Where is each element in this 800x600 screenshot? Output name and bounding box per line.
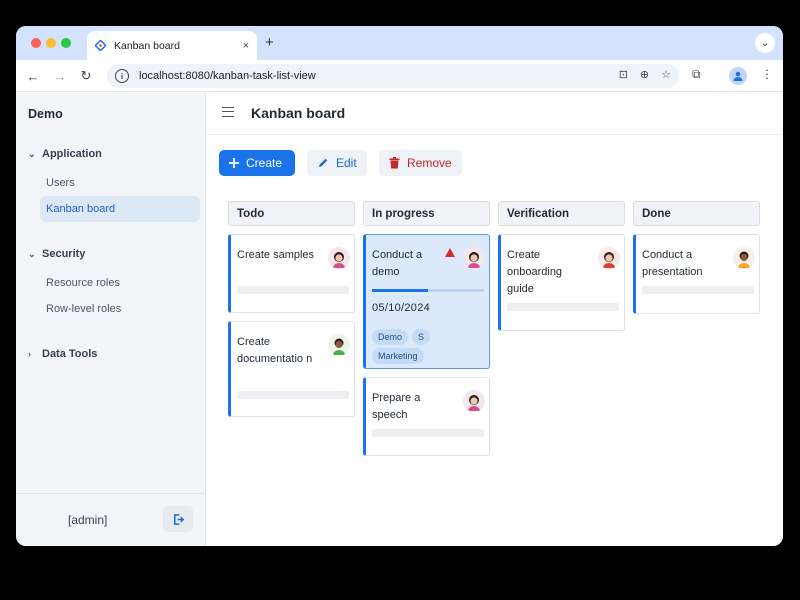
assignee-avatar xyxy=(328,334,350,356)
task-card[interactable]: Prepare a speech xyxy=(363,377,490,456)
page-title: Kanban board xyxy=(251,105,346,121)
logout-button[interactable] xyxy=(163,506,193,532)
remove-button[interactable]: Remove xyxy=(379,150,462,176)
nav-section-label: Security xyxy=(42,248,86,260)
reload-icon[interactable]: ↻ xyxy=(77,67,95,85)
minimize-window-button[interactable] xyxy=(46,38,56,48)
task-title: Create documentatio n xyxy=(237,336,313,365)
main-content: Kanban board Create Edit Remove Todo In … xyxy=(207,93,783,546)
task-title: Create samples xyxy=(237,249,315,261)
chevron-down-icon: ⌄ xyxy=(28,148,36,159)
create-button[interactable]: Create xyxy=(219,150,295,176)
nav-section-label: Data Tools xyxy=(42,348,98,360)
task-tag: S xyxy=(412,329,431,345)
high-priority-icon xyxy=(445,248,455,257)
task-tag: Marketing xyxy=(372,348,424,364)
task-card[interactable]: Create documentatio n xyxy=(228,321,355,417)
chevron-right-icon: › xyxy=(28,349,31,359)
new-tab-button[interactable]: + xyxy=(265,34,274,51)
nav-section-data-tools[interactable]: › Data Tools xyxy=(28,348,97,360)
column-header-done: Done xyxy=(633,201,760,226)
due-date: 05/10/2024 xyxy=(372,302,431,314)
site-favicon-icon xyxy=(95,40,106,51)
zoom-icon[interactable]: ⊕ xyxy=(640,68,649,81)
bookmark-star-icon[interactable]: ☆ xyxy=(661,68,671,81)
sidebar-item-kanban-board[interactable]: Kanban board xyxy=(40,196,200,222)
close-window-button[interactable] xyxy=(31,38,41,48)
task-card[interactable]: Conduct a presentation xyxy=(633,234,760,314)
chevron-down-icon: ⌄ xyxy=(28,248,36,259)
task-title: Conduct a presentation xyxy=(642,249,703,278)
logout-icon xyxy=(173,513,184,525)
card-placeholder-bar xyxy=(237,286,349,294)
task-card-selected[interactable]: Conduct a demo 05/10/2024 Demo S Marketi… xyxy=(363,234,490,369)
browser-menu-icon[interactable]: ⋮ xyxy=(761,67,773,81)
card-placeholder-bar xyxy=(507,303,619,311)
sidebar-item-row-level-roles[interactable]: Row-level roles xyxy=(40,296,200,322)
address-bar[interactable]: i localhost:8080/kanban-task-list-view ⊡… xyxy=(107,64,679,88)
nav-section-security[interactable]: ⌄ Security xyxy=(28,248,85,260)
page-header: Kanban board xyxy=(207,93,783,135)
task-card[interactable]: Create samples xyxy=(228,234,355,313)
create-label: Create xyxy=(246,156,283,170)
assignee-avatar xyxy=(598,247,620,269)
forward-arrow-icon[interactable]: → xyxy=(51,67,69,85)
assignee-avatar xyxy=(733,247,755,269)
tab-search-chevron-icon[interactable]: ⌄ xyxy=(755,33,775,53)
current-user: [admin] xyxy=(68,513,108,527)
plus-icon xyxy=(229,158,239,168)
sidebar-item-users[interactable]: Users xyxy=(40,170,200,196)
assignee-avatar xyxy=(463,390,485,412)
browser-tab[interactable]: Kanban board × xyxy=(87,31,257,60)
url-text: localhost:8080/kanban-task-list-view xyxy=(139,70,316,82)
app-layout: Demo ⌄ Application Users Kanban board ⌄ … xyxy=(16,93,783,546)
pencil-icon xyxy=(317,157,329,169)
maximize-window-button[interactable] xyxy=(61,38,71,48)
site-info-icon[interactable]: i xyxy=(115,69,129,83)
task-progress-fill xyxy=(372,289,428,292)
trash-icon xyxy=(389,157,400,169)
edit-label: Edit xyxy=(336,156,357,170)
tab-close-icon[interactable]: × xyxy=(243,40,249,52)
remove-label: Remove xyxy=(407,156,452,170)
nav-section-application[interactable]: ⌄ Application xyxy=(28,148,102,160)
extensions-puzzle-icon[interactable]: ⧉ xyxy=(692,67,701,82)
column-header-in-progress: In progress xyxy=(363,201,490,226)
task-title: Prepare a speech xyxy=(372,392,421,421)
task-tag: Demo xyxy=(372,329,409,345)
task-title: Conduct a demo xyxy=(372,249,423,278)
tab-title: Kanban board xyxy=(114,39,180,52)
sidebar-footer: [admin] xyxy=(16,493,206,546)
column-header-verification: Verification xyxy=(498,201,625,226)
profile-avatar-icon[interactable] xyxy=(729,67,747,85)
menu-toggle-icon[interactable] xyxy=(222,107,234,117)
card-placeholder-bar xyxy=(372,429,484,437)
back-arrow-icon[interactable]: ← xyxy=(24,67,42,85)
task-card[interactable]: Create onboarding guide xyxy=(498,234,625,331)
assignee-avatar xyxy=(463,247,485,269)
sidebar-item-resource-roles[interactable]: Resource roles xyxy=(40,270,200,296)
install-app-icon[interactable]: ⊡ xyxy=(619,68,628,81)
nav-section-label: Application xyxy=(42,148,102,160)
card-placeholder-bar xyxy=(237,391,349,399)
app-brand: Demo xyxy=(28,107,63,121)
card-placeholder-bar xyxy=(642,286,754,294)
edit-button[interactable]: Edit xyxy=(307,150,367,176)
sidebar: Demo ⌄ Application Users Kanban board ⌄ … xyxy=(16,93,206,546)
assignee-avatar xyxy=(328,247,350,269)
task-progress-bar xyxy=(372,289,484,292)
browser-toolbar: ← → ↻ i localhost:8080/kanban-task-list-… xyxy=(16,60,783,92)
browser-window: Kanban board × + ⌄ ← → ↻ i localhost:808… xyxy=(16,26,783,546)
task-title: Create onboarding guide xyxy=(507,249,563,295)
tab-strip: Kanban board × + ⌄ xyxy=(16,26,783,60)
column-header-todo: Todo xyxy=(228,201,355,226)
